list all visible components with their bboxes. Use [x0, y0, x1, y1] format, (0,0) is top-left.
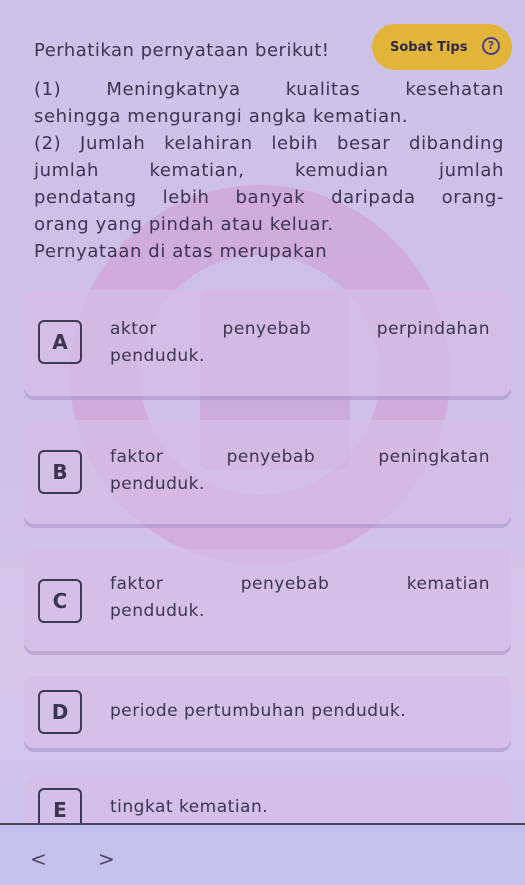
question-text: (1) Meningkatnya kualitas kesehatan sehi…	[34, 76, 504, 265]
option-text: tingkat kematian.	[110, 797, 269, 817]
option-letter: D	[38, 690, 82, 734]
bottom-nav-bar	[0, 823, 525, 885]
next-button[interactable]: >	[98, 847, 115, 871]
prev-button[interactable]: <	[30, 847, 47, 871]
question-line: (2) Jumlah kelahiran lebih besar dibandi…	[34, 133, 504, 154]
option-line: penduduk.	[110, 474, 205, 494]
option-line: penduduk.	[110, 346, 205, 366]
option-word: penyebab	[226, 447, 316, 467]
option-word: perpindahan	[376, 319, 490, 339]
option-text: periode pertumbuhan penduduk.	[110, 701, 407, 721]
question-line: Pernyataan di atas merupakan	[34, 241, 328, 262]
option-word: aktor	[110, 319, 157, 339]
option-a[interactable]: A aktor penyebab perpindahan penduduk.	[24, 290, 511, 396]
option-d[interactable]: D periode pertumbuhan penduduk.	[24, 676, 511, 748]
option-word: penyebab	[222, 319, 312, 339]
option-word: faktor	[110, 447, 164, 467]
question-line: (1) Meningkatnya kualitas kesehatan	[34, 79, 504, 100]
question-line: pendatang lebih banyak daripada orang-	[34, 187, 504, 208]
question-line: sehingga mengurangi angka kematian.	[34, 106, 409, 127]
option-b[interactable]: B faktor penyebab peningkatan penduduk.	[24, 420, 511, 524]
option-text: aktor penyebab perpindahan penduduk.	[110, 316, 490, 370]
option-letter: A	[38, 320, 82, 364]
option-word: kematian	[406, 574, 490, 594]
question-line: jumlah kematian, kemudian jumlah	[34, 160, 504, 181]
option-text: faktor penyebab kematian penduduk.	[110, 571, 490, 625]
sobat-tips-button[interactable]: Sobat Tips ?	[372, 24, 512, 70]
option-word: faktor	[110, 574, 164, 594]
option-c[interactable]: C faktor penyebab kematian penduduk.	[24, 549, 511, 651]
sobat-tips-label: Sobat Tips	[390, 39, 468, 55]
option-text: faktor penyebab peningkatan penduduk.	[110, 444, 490, 498]
option-word: penyebab	[240, 574, 330, 594]
question-line: orang yang pindah atau keluar.	[34, 214, 334, 235]
option-letter: C	[38, 579, 82, 623]
option-letter: B	[38, 450, 82, 494]
help-icon: ?	[482, 37, 500, 55]
intro-title: Perhatikan pernyataan berikut!	[34, 40, 330, 61]
option-word: peningkatan	[378, 447, 490, 467]
option-line: penduduk.	[110, 601, 205, 621]
